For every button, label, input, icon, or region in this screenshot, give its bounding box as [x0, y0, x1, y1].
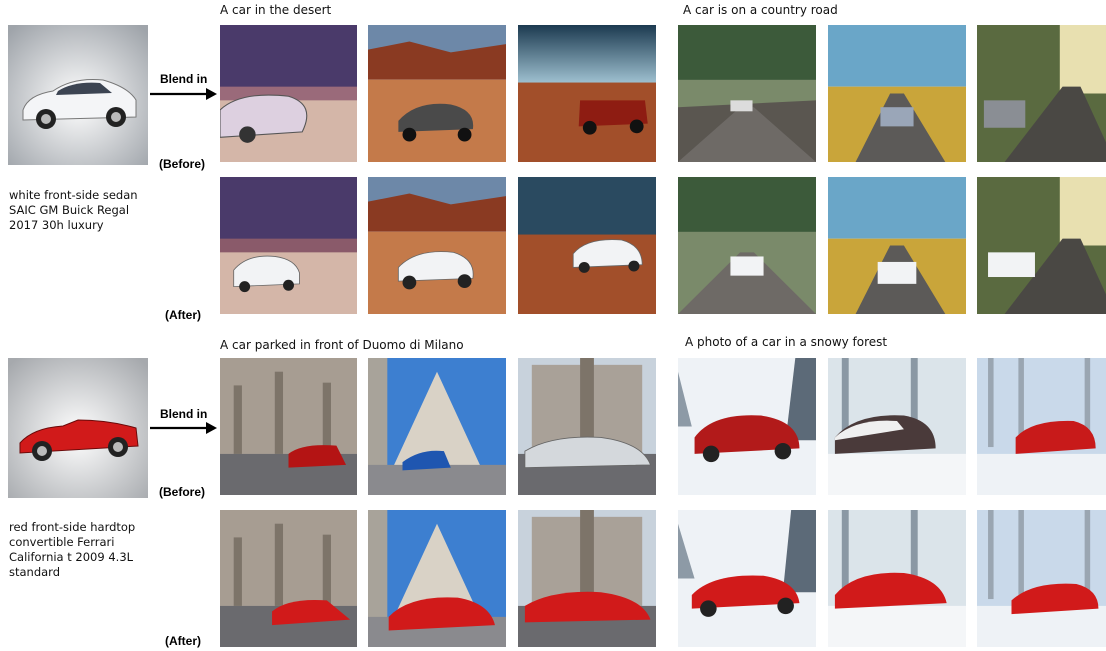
generated-image-before [518, 358, 656, 495]
generated-image-after [678, 177, 816, 314]
reference-image-red-convertible [8, 358, 148, 498]
generated-image-after [678, 510, 816, 647]
scene-title: A car parked in front of Duomo di Milano [220, 338, 464, 352]
generated-image-after [220, 177, 357, 314]
blend-arrow [150, 88, 217, 100]
blend-in-label: Blend in [160, 72, 208, 86]
scene-title: A car is on a country road [683, 3, 838, 17]
scene-title: A photo of a car in a snowy forest [685, 335, 888, 349]
generated-image-before [977, 358, 1106, 495]
generated-image-before [828, 25, 966, 162]
generated-image-after [368, 510, 506, 647]
generated-image-before [678, 25, 816, 162]
scene-title: A car in the desert [220, 3, 332, 17]
generated-image-after [828, 177, 966, 314]
blend-in-label: Blend in [160, 407, 208, 421]
generated-image-after [518, 510, 656, 647]
generated-image-before [368, 25, 506, 162]
generated-image-before [220, 25, 357, 162]
before-label: (Before) [159, 485, 206, 499]
after-label: (After) [165, 634, 201, 648]
generated-image-before [518, 25, 656, 162]
generated-image-before [977, 25, 1106, 162]
reference-description: white front-side sedan SAIC GM Buick Reg… [9, 188, 138, 232]
generated-image-before [678, 358, 816, 495]
generated-image-before [220, 358, 357, 495]
reference-description: red front-side hardtop convertible Ferra… [9, 520, 136, 579]
generated-image-before [368, 358, 506, 495]
blend-arrow [150, 422, 217, 434]
generated-image-after [828, 510, 966, 647]
generated-image-after [368, 177, 506, 314]
before-label: (Before) [159, 157, 206, 171]
generated-image-before [828, 358, 966, 495]
generated-image-after [977, 510, 1106, 647]
generated-image-after [518, 177, 656, 314]
reference-image-white-sedan [8, 25, 148, 165]
generated-image-after [220, 510, 357, 647]
after-label: (After) [165, 308, 201, 322]
generated-image-after [977, 177, 1106, 314]
